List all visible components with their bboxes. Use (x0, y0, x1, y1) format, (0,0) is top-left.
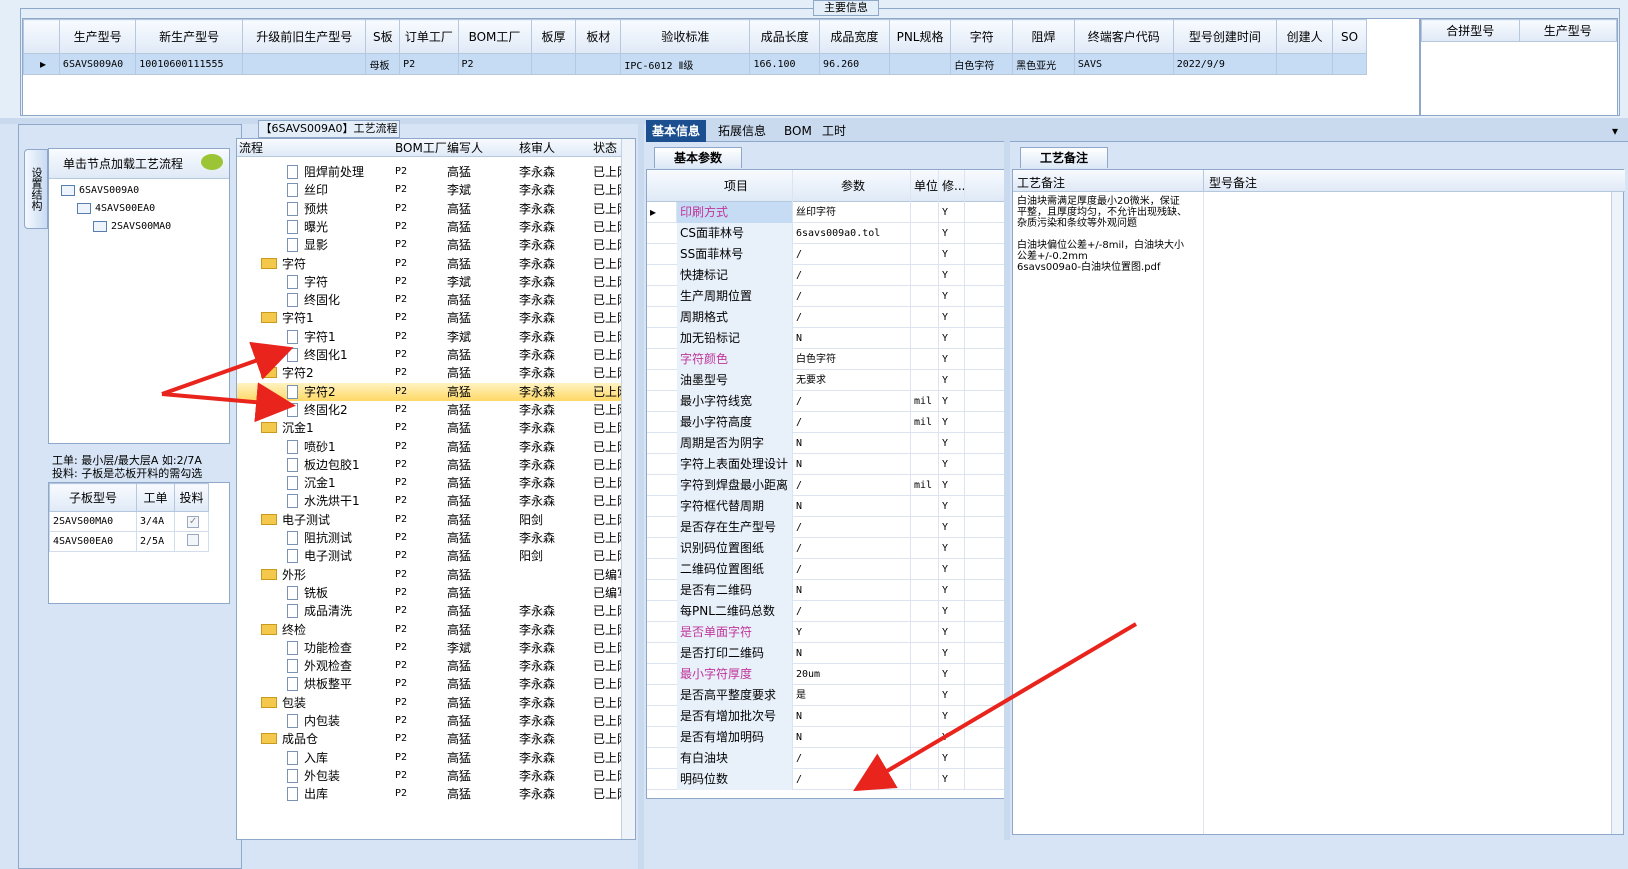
annotation-overlay (161, 341, 1138, 792)
annotation-arrow (853, 622, 1138, 792)
annotation-arrow (161, 341, 294, 396)
annotation-arrow (161, 382, 296, 423)
